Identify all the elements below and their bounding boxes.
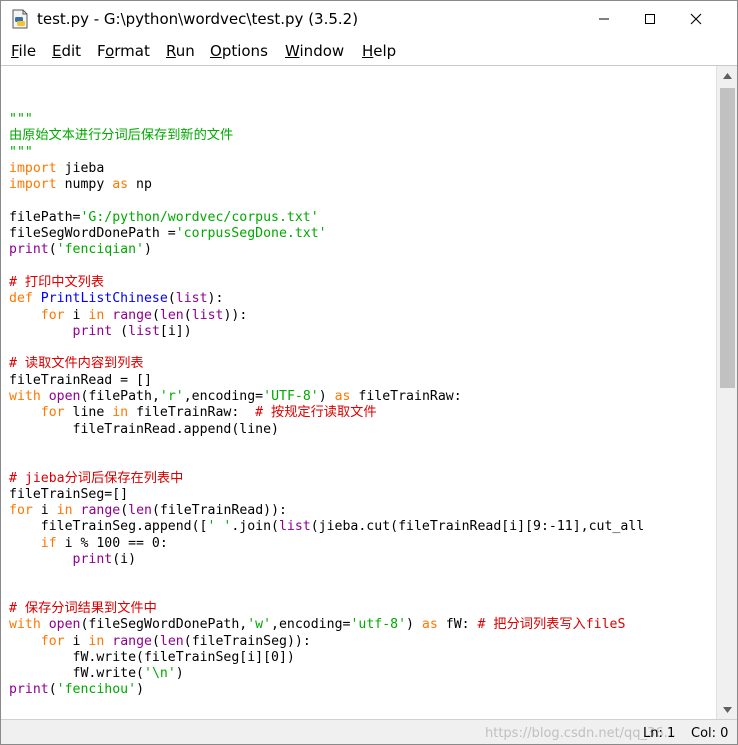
code-text: """ 由原始文本进行分词后保存到新的文件 """ import jieba i… <box>9 112 645 698</box>
menu-bar: File Edit Format Run Options Window Help <box>1 37 737 65</box>
scroll-thumb[interactable] <box>720 88 735 388</box>
vertical-scrollbar[interactable] <box>716 66 737 720</box>
column-number: Col: 0 <box>691 726 729 741</box>
arrow-up-icon <box>723 73 732 79</box>
code-editor[interactable]: """ 由原始文本进行分词后保存到新的文件 """ import jieba i… <box>1 66 715 720</box>
close-icon <box>690 13 702 25</box>
menu-edit[interactable]: Edit <box>52 42 81 60</box>
maximize-icon <box>645 14 655 24</box>
maximize-button[interactable] <box>627 1 673 37</box>
window-title: test.py - G:\python\wordvec\test.py (3.5… <box>37 10 359 28</box>
menu-run[interactable]: Run <box>166 42 195 60</box>
minimize-icon <box>599 18 609 20</box>
menu-help[interactable]: Help <box>362 42 396 60</box>
line-number: Ln: 1 <box>643 726 676 741</box>
python-file-icon <box>12 9 28 29</box>
minimize-button[interactable] <box>581 1 627 37</box>
menu-file[interactable]: File <box>11 42 36 60</box>
menu-window[interactable]: Window <box>285 42 344 60</box>
arrow-down-icon <box>723 707 732 713</box>
menu-options[interactable]: Options <box>210 42 268 60</box>
title-bar[interactable]: test.py - G:\python\wordvec\test.py (3.5… <box>1 1 737 37</box>
idle-editor-window: test.py - G:\python\wordvec\test.py (3.5… <box>0 0 738 745</box>
scroll-up-button[interactable] <box>717 66 737 86</box>
close-button[interactable] <box>673 1 719 37</box>
editor-frame: """ 由原始文本进行分词后保存到新的文件 """ import jieba i… <box>1 65 737 720</box>
scroll-down-button[interactable] <box>717 700 737 720</box>
menu-format[interactable]: Format <box>97 42 150 60</box>
status-bar: https://blog.csdn.net/qq_36... Ln: 1 Col… <box>1 719 737 744</box>
